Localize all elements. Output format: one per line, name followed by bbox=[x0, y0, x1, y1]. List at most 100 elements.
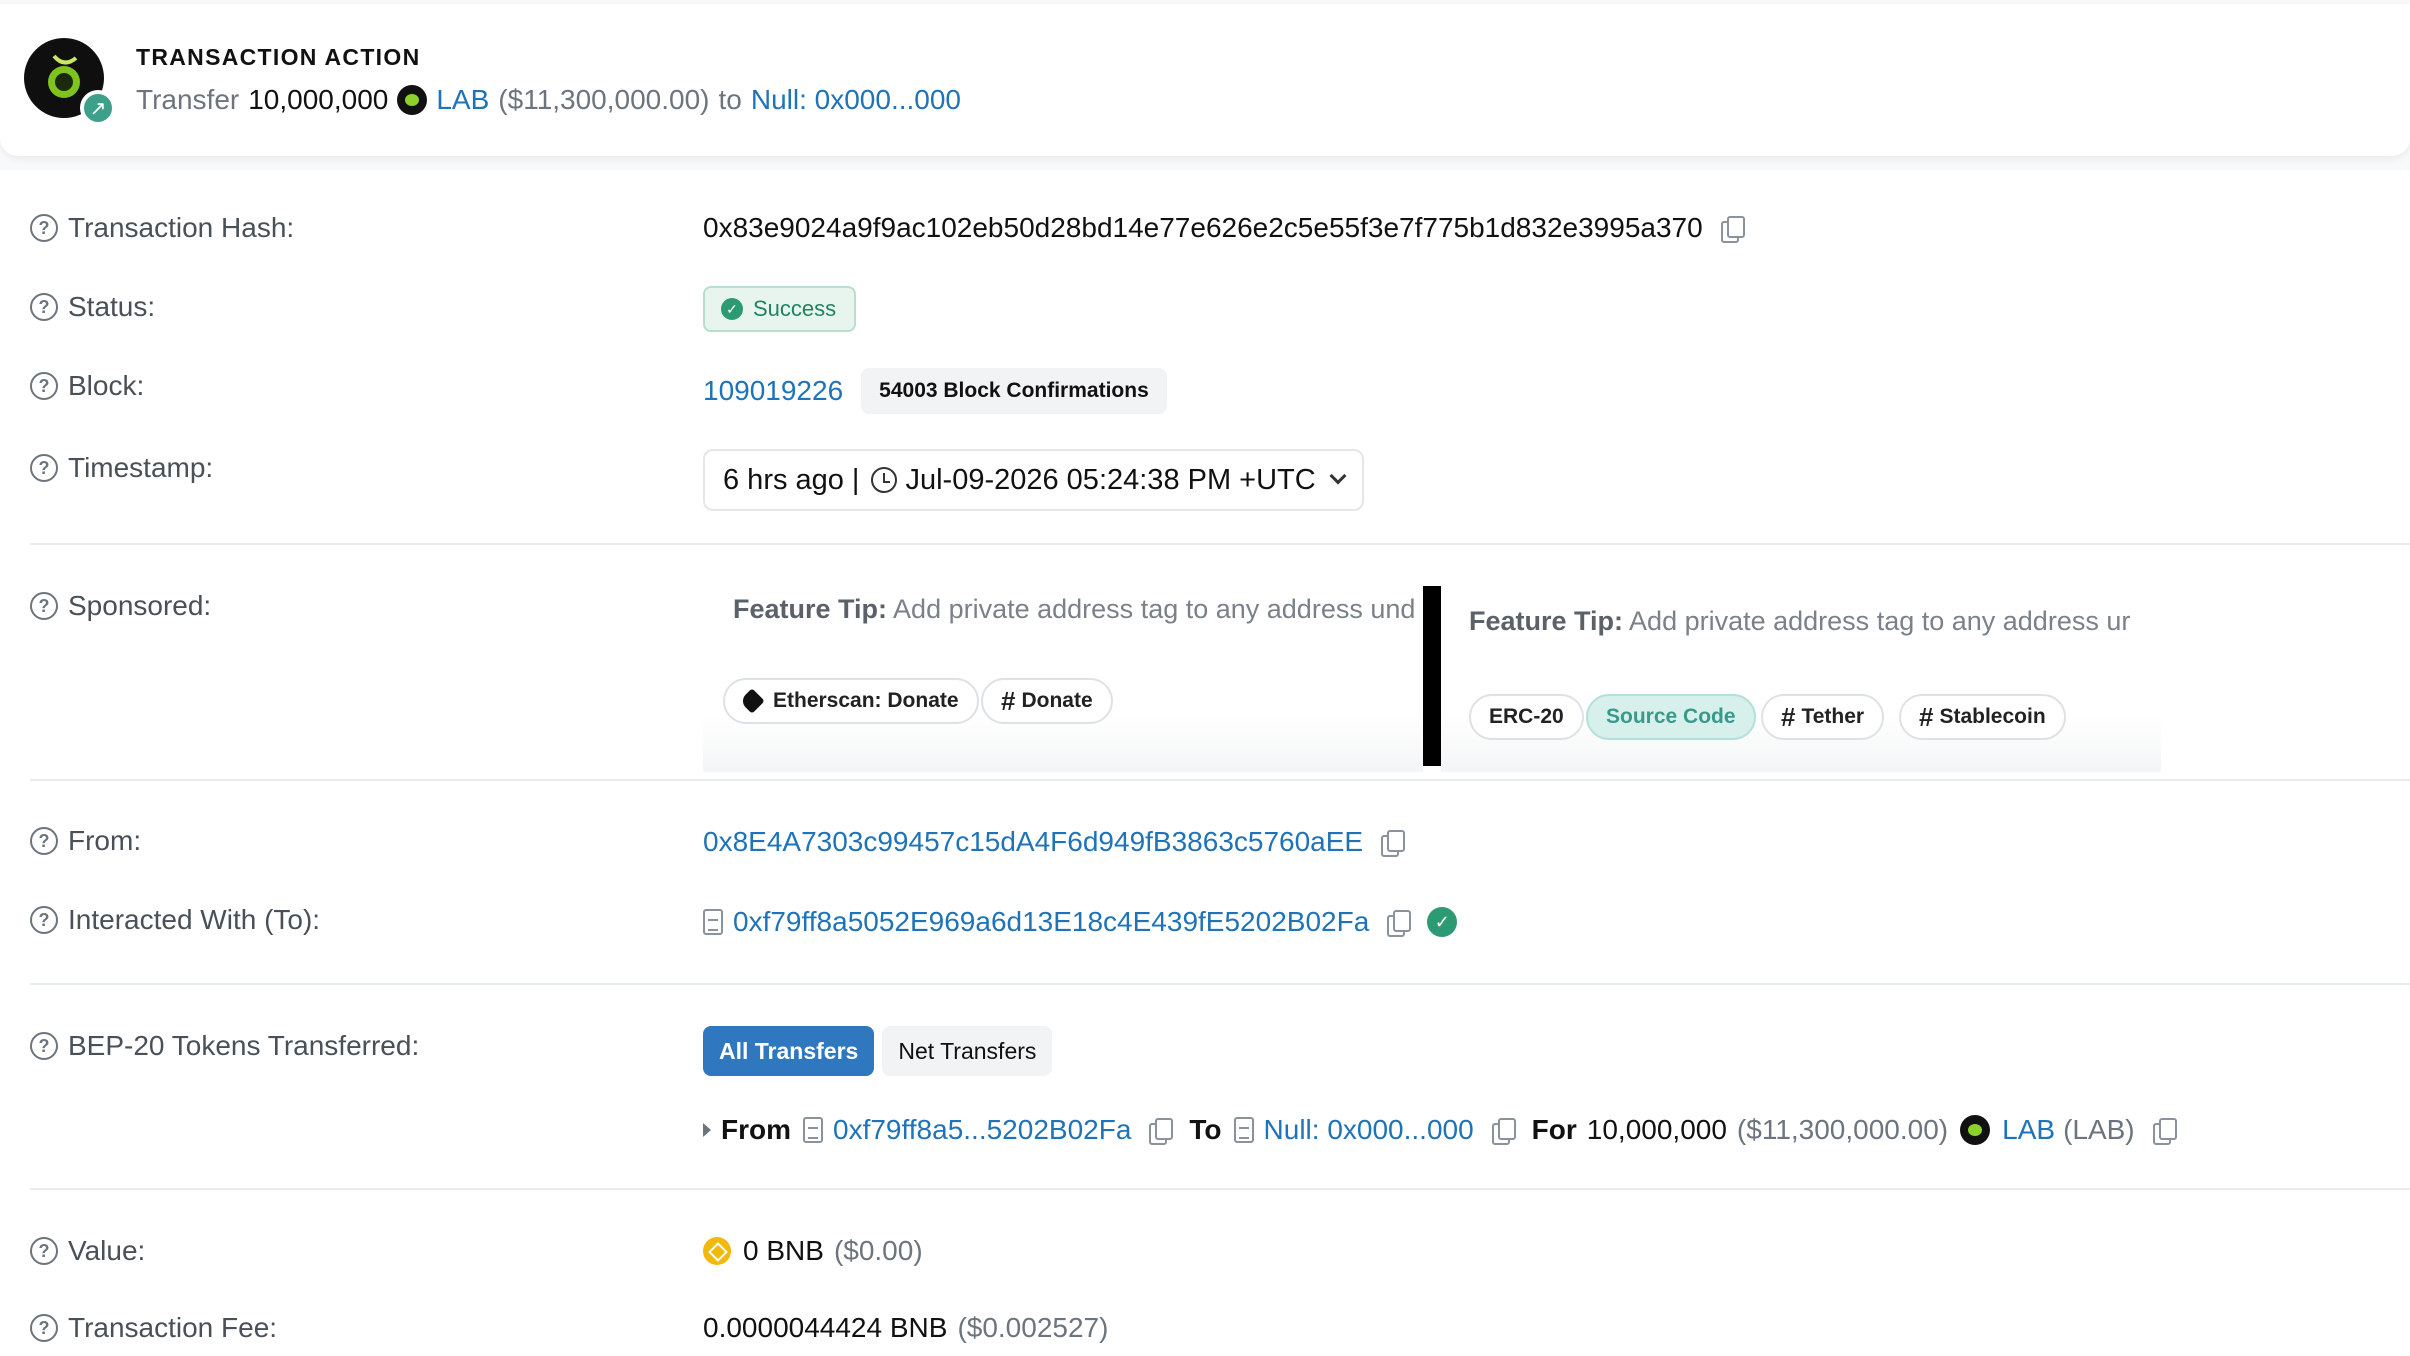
help-icon[interactable]: ? bbox=[30, 372, 58, 400]
expand-caret-icon[interactable] bbox=[703, 1123, 711, 1137]
help-icon[interactable]: ? bbox=[30, 1237, 58, 1265]
value-usd: ($0.00) bbox=[833, 1235, 923, 1266]
check-circle-icon: ✓ bbox=[721, 298, 743, 320]
timestamp-label: ? Timestamp: bbox=[30, 452, 213, 484]
pill-erc20[interactable]: ERC-20 bbox=[1469, 694, 1584, 740]
value-label: ? Value: bbox=[30, 1235, 145, 1267]
section-divider bbox=[30, 983, 2410, 985]
hash-tag-icon: # bbox=[1919, 701, 1934, 732]
feature-tip-left: Feature Tip: Add private address tag to … bbox=[733, 594, 1416, 624]
transaction-hash: 0x83e9024a9f9ac102eb50d28bd14e77e626e2c5… bbox=[703, 212, 1703, 243]
help-icon[interactable]: ? bbox=[30, 592, 58, 620]
bnb-icon bbox=[703, 1237, 731, 1265]
transfer-for-word: For bbox=[1531, 1114, 1577, 1145]
value-row: 0 BNB ($0.00) bbox=[703, 1235, 923, 1267]
contract-file-icon bbox=[1233, 1117, 1254, 1143]
help-icon[interactable]: ? bbox=[30, 1314, 58, 1342]
transaction-action-title: TRANSACTION ACTION bbox=[136, 44, 421, 70]
timestamp-ago: 6 hrs ago bbox=[723, 463, 844, 496]
fee-amount: 0.0000044424 BNB bbox=[703, 1312, 948, 1343]
help-icon[interactable]: ? bbox=[30, 454, 58, 482]
tokens-transferred-label: ? BEP-20 Tokens Transferred: bbox=[30, 1030, 419, 1062]
hash-value-row: 0x83e9024a9f9ac102eb50d28bd14e77e626e2c5… bbox=[703, 212, 1745, 244]
verified-check-icon: ✓ bbox=[1427, 907, 1458, 937]
timestamp-separator: | bbox=[851, 463, 860, 496]
timestamp-datetime: Jul-09-2026 05:24:38 PM +UTC bbox=[905, 463, 1316, 496]
status-badge: ✓ Success bbox=[703, 286, 857, 332]
transfer-usd: ($11,300,000.00) bbox=[1736, 1114, 1949, 1145]
sponsored-label: ? Sponsored: bbox=[30, 590, 211, 622]
copy-icon[interactable] bbox=[2152, 1118, 2177, 1145]
from-address-link[interactable]: 0x8E4A7303c99457c15dA4F6d949fB3863c5760a… bbox=[703, 826, 1363, 858]
action-to-address-link[interactable]: Null: 0x000...000 bbox=[751, 84, 961, 116]
section-divider bbox=[30, 779, 2410, 781]
pill-tether[interactable]: # Tether bbox=[1761, 694, 1885, 740]
copy-icon[interactable] bbox=[1720, 216, 1745, 243]
section-divider bbox=[30, 543, 2410, 545]
from-value-row: 0x8E4A7303c99457c15dA4F6d949fB3863c5760a… bbox=[703, 826, 1406, 858]
transaction-action-card: ↗ TRANSACTION ACTION Transfer 10,000,000… bbox=[0, 4, 2410, 156]
transfer-arrow-icon: ↗ bbox=[80, 90, 116, 126]
block-number-link[interactable]: 109019226 bbox=[703, 375, 843, 407]
help-icon[interactable]: ? bbox=[30, 906, 58, 934]
interacted-with-label: ? Interacted With (To): bbox=[30, 904, 320, 936]
copy-icon[interactable] bbox=[1491, 1118, 1516, 1145]
help-icon[interactable]: ? bbox=[30, 827, 58, 855]
status-value-row: ✓ Success bbox=[703, 286, 857, 332]
transfer-tabs: All Transfers Net Transfers bbox=[703, 1026, 1053, 1076]
timestamp-dropdown[interactable]: 6 hrs ago | Jul-09-2026 05:24:38 PM +UTC bbox=[703, 449, 1364, 511]
transfer-amount: 10,000,000 bbox=[1586, 1114, 1727, 1145]
to-value-row: 0xf79ff8a5052E969a6d13E18c4E439fE5202B02… bbox=[703, 906, 1458, 938]
to-address-link[interactable]: 0xf79ff8a5052E969a6d13E18c4E439fE5202B02… bbox=[733, 906, 1369, 938]
sponsor-divider-bar bbox=[1423, 586, 1441, 766]
block-confirmations-badge: 54003 Block Confirmations bbox=[861, 368, 1167, 414]
hash-tag-icon: # bbox=[1001, 685, 1016, 716]
clock-icon bbox=[871, 467, 898, 493]
copy-icon[interactable] bbox=[1387, 910, 1412, 937]
action-to-word: to bbox=[718, 84, 742, 115]
action-token-link[interactable]: LAB bbox=[436, 84, 489, 116]
transfer-from-word: From bbox=[721, 1114, 791, 1145]
block-value-row: 109019226 54003 Block Confirmations bbox=[703, 368, 1167, 414]
block-label: ? Block: bbox=[30, 370, 144, 402]
from-label: ? From: bbox=[30, 825, 141, 857]
copy-icon[interactable] bbox=[1381, 830, 1406, 857]
transfer-from-address-link[interactable]: 0xf79ff8a5...5202B02Fa bbox=[833, 1114, 1131, 1146]
transfer-to-address-link[interactable]: Null: 0x000...000 bbox=[1264, 1114, 1474, 1146]
pill-stablecoin[interactable]: # Stablecoin bbox=[1899, 694, 2066, 740]
contract-file-icon bbox=[703, 909, 723, 935]
tab-net-transfers[interactable]: Net Transfers bbox=[882, 1026, 1053, 1076]
pill-etherscan-donate[interactable]: Etherscan: Donate bbox=[723, 678, 979, 724]
help-icon[interactable]: ? bbox=[30, 1032, 58, 1060]
transfer-to-word: To bbox=[1189, 1114, 1222, 1145]
contract-file-icon bbox=[803, 1117, 823, 1143]
lab-token-icon bbox=[397, 85, 428, 115]
status-label: ? Status: bbox=[30, 291, 155, 323]
hash-label: ? Transaction Hash: bbox=[30, 212, 294, 244]
lab-token-icon bbox=[1960, 1115, 1991, 1145]
copy-icon[interactable] bbox=[1149, 1118, 1174, 1145]
section-divider bbox=[30, 1188, 2410, 1190]
transfer-token-link[interactable]: LAB bbox=[2002, 1114, 2055, 1146]
help-icon[interactable]: ? bbox=[30, 293, 58, 321]
action-usd: ($11,300,000.00) bbox=[498, 84, 710, 115]
transaction-action-summary: Transfer 10,000,000 LAB ($11,300,000.00)… bbox=[136, 84, 961, 116]
sponsored-ad-left[interactable]: Feature Tip: Add private address tag to … bbox=[703, 586, 1423, 772]
value-amount: 0 BNB bbox=[743, 1235, 824, 1266]
help-icon[interactable]: ? bbox=[30, 214, 58, 242]
timestamp-value-row: 6 hrs ago | Jul-09-2026 05:24:38 PM +UTC bbox=[703, 449, 1364, 511]
feature-tip-right: Feature Tip: Add private address tag to … bbox=[1469, 606, 2131, 636]
action-amount: 10,000,000 bbox=[248, 84, 389, 115]
transfer-token-symbol: (LAB) bbox=[2063, 1114, 2135, 1145]
fee-row: 0.0000044424 BNB ($0.002527) bbox=[703, 1312, 1108, 1344]
hash-tag-icon: # bbox=[1781, 701, 1796, 732]
fee-label: ? Transaction Fee: bbox=[30, 1312, 277, 1344]
token-transfer-row: From 0xf79ff8a5...5202B02Fa To Null: 0x0… bbox=[703, 1114, 2177, 1146]
token-avatar: ↗ bbox=[24, 38, 116, 126]
tab-all-transfers[interactable]: All Transfers bbox=[703, 1026, 875, 1076]
sponsored-ad-right[interactable]: Feature Tip: Add private address tag to … bbox=[1441, 586, 2161, 772]
pill-source-code[interactable]: Source Code bbox=[1586, 694, 1756, 740]
fee-usd: ($0.002527) bbox=[957, 1312, 1109, 1343]
chevron-down-icon bbox=[1329, 467, 1347, 485]
pill-donate[interactable]: # Donate bbox=[981, 678, 1113, 724]
